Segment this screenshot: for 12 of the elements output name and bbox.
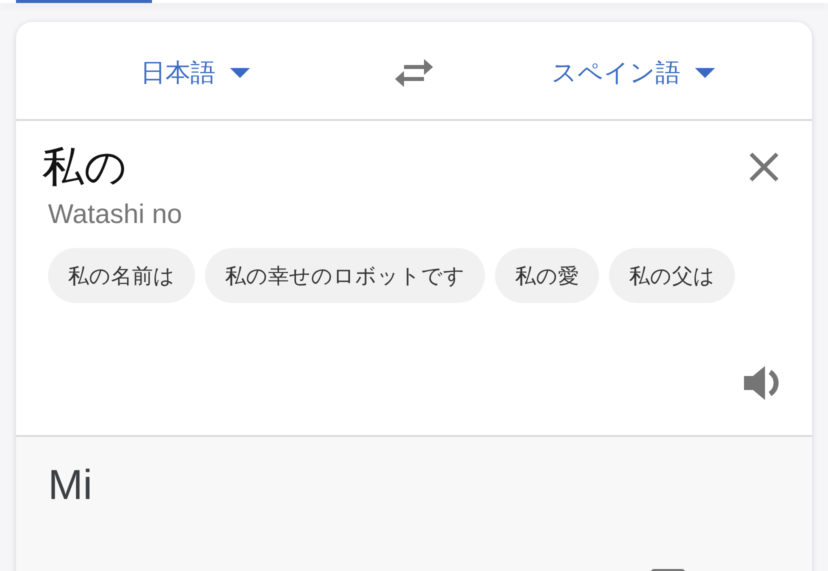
source-language-button[interactable]: 日本語 (16, 56, 374, 89)
target-language-button[interactable]: スペイン語 (454, 56, 812, 89)
suggestion-chip[interactable]: 私の名前は (48, 248, 195, 303)
suggestion-chip[interactable]: 私の父は (609, 248, 735, 303)
translation-text: Mi (48, 461, 94, 509)
caret-icon (230, 68, 250, 78)
source-text[interactable]: 私の (42, 139, 127, 195)
close-icon[interactable] (748, 151, 780, 183)
romanization-text: Watashi no (48, 199, 184, 230)
caret-icon (694, 68, 714, 78)
suggestion-chip[interactable]: 私の幸せのロボットです (205, 248, 485, 303)
suggestion-chip[interactable]: 私の愛 (495, 248, 599, 303)
